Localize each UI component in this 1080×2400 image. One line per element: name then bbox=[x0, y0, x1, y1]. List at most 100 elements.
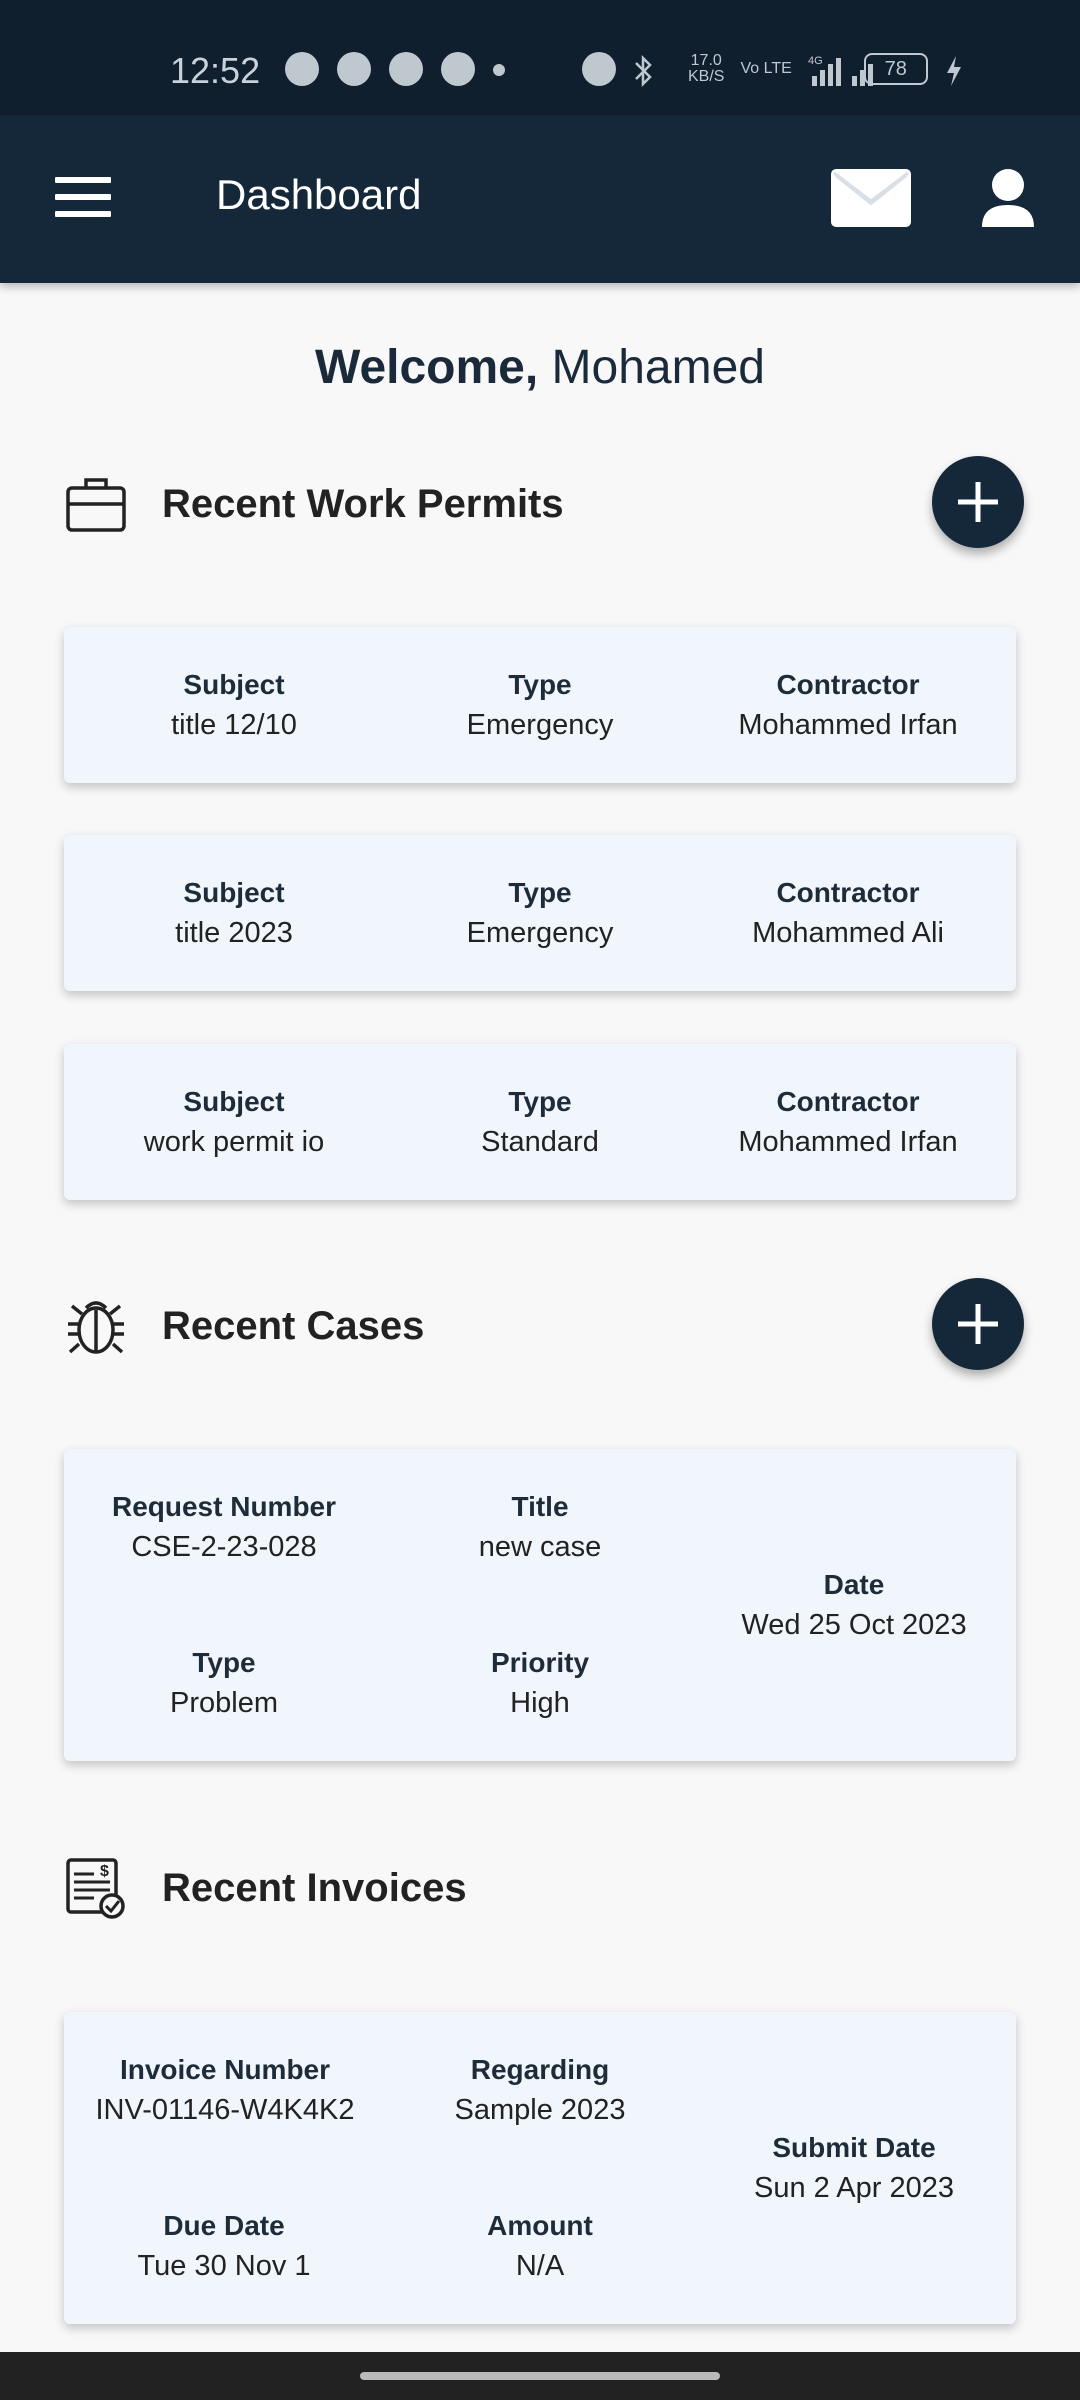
regarding-value: Sample 2023 bbox=[454, 2094, 626, 2126]
svg-text:$: $ bbox=[100, 1863, 109, 1880]
add-case-button[interactable] bbox=[932, 1278, 1024, 1370]
home-gesture-handle[interactable] bbox=[360, 2372, 720, 2380]
submit-date-label: Submit Date bbox=[772, 2132, 936, 2163]
request-number-field: Request Number CSE-2-23-028 bbox=[84, 1491, 364, 1564]
due-date-label: Due Date bbox=[163, 2210, 285, 2241]
invoice-card[interactable]: Invoice Number INV-01146-W4K4K2 Regardin… bbox=[64, 2012, 1016, 2324]
work-permit-card[interactable]: Subject title 2023 Type Emergency Contra… bbox=[64, 835, 1016, 991]
bluetooth-icon bbox=[632, 54, 672, 88]
type-value: Emergency bbox=[466, 917, 614, 949]
case-type-label: Type bbox=[192, 1647, 256, 1678]
type-value: Standard bbox=[481, 1126, 599, 1158]
invoice-number-value: INV-01146-W4K4K2 bbox=[95, 2094, 355, 2126]
type-label: Type bbox=[508, 1086, 572, 1117]
net-speed: 17.0 KB/S bbox=[688, 53, 724, 85]
contractor-field: Contractor Mohammed Irfan bbox=[698, 1086, 998, 1159]
contractor-label: Contractor bbox=[776, 1086, 920, 1117]
subject-label: Subject bbox=[183, 1086, 285, 1117]
case-title-value: new case bbox=[478, 1531, 602, 1563]
whatsapp-icon bbox=[285, 52, 319, 86]
case-priority-value: High bbox=[510, 1687, 570, 1719]
youtube-icon bbox=[441, 52, 475, 86]
subject-field: Subject title 12/10 bbox=[104, 669, 364, 742]
cases-header: Recent Cases bbox=[64, 1274, 1024, 1374]
net-speed-unit: KB/S bbox=[688, 68, 725, 85]
due-date-field: Due Date Tue 30 Nov 1 bbox=[94, 2210, 354, 2283]
contractor-value: Mohammed Ali bbox=[752, 917, 944, 949]
invoices-title: Recent Invoices bbox=[162, 1866, 467, 1910]
work-permit-card[interactable]: Subject title 12/10 Type Emergency Contr… bbox=[64, 627, 1016, 783]
type-field: Type Emergency bbox=[410, 669, 670, 742]
regarding-field: Regarding Sample 2023 bbox=[410, 2054, 670, 2127]
contractor-field: Contractor Mohammed Irfan bbox=[698, 669, 998, 742]
submit-date-value: Sun 2 Apr 2023 bbox=[754, 2172, 954, 2204]
case-type-field: Type Problem bbox=[94, 1647, 354, 1720]
contractor-label: Contractor bbox=[776, 877, 920, 908]
app-bar: Dashboard bbox=[0, 115, 1080, 283]
work-permits-title: Recent Work Permits bbox=[162, 482, 564, 526]
welcome-message: Welcome, Mohamed bbox=[0, 340, 1080, 395]
request-number-value: CSE-2-23-028 bbox=[131, 1531, 317, 1563]
hamburger-menu-icon[interactable] bbox=[55, 177, 111, 221]
subject-label: Subject bbox=[183, 669, 285, 700]
type-label: Type bbox=[508, 669, 572, 700]
battery-indicator: 78 bbox=[863, 53, 928, 85]
more-dot-icon bbox=[493, 64, 505, 76]
charging-icon bbox=[944, 54, 984, 86]
regarding-label: Regarding bbox=[470, 2054, 610, 2085]
case-title-label: Title bbox=[511, 1491, 569, 1522]
contractor-value: Mohammed Irfan bbox=[738, 1126, 958, 1158]
mail-icon[interactable] bbox=[830, 167, 912, 229]
status-time: 12:52 bbox=[170, 50, 261, 91]
type-field: Type Standard bbox=[410, 1086, 670, 1159]
invoice-number-field: Invoice Number INV-01146-W4K4K2 bbox=[70, 2054, 380, 2127]
due-date-value: Tue 30 Nov 1 bbox=[137, 2250, 311, 2282]
subject-value: title 2023 bbox=[175, 917, 293, 949]
case-card[interactable]: Request Number CSE-2-23-028 Title new ca… bbox=[64, 1449, 1016, 1761]
contractor-field: Contractor Mohammed Ali bbox=[698, 877, 998, 950]
subject-label: Subject bbox=[183, 877, 285, 908]
network-type: 4G bbox=[808, 55, 823, 67]
work-permit-card[interactable]: Subject work permit io Type Standard Con… bbox=[64, 1044, 1016, 1200]
invoice-number-label: Invoice Number bbox=[119, 2054, 331, 2085]
case-priority-field: Priority High bbox=[410, 1647, 670, 1720]
invoices-header: $ Recent Invoices bbox=[64, 1836, 1024, 1936]
type-value: Emergency bbox=[466, 709, 614, 741]
volte-indicator: Vo LTE bbox=[740, 60, 792, 77]
alarm-icon bbox=[582, 52, 616, 86]
add-work-permit-button[interactable] bbox=[932, 456, 1024, 548]
notification-icons bbox=[285, 52, 505, 86]
contractor-value: Mohammed Irfan bbox=[738, 709, 958, 741]
subject-value: title 12/10 bbox=[171, 709, 297, 741]
cases-title: Recent Cases bbox=[162, 1304, 425, 1348]
net-speed-value: 17.0 bbox=[690, 52, 722, 69]
case-date-value: Wed 25 Oct 2023 bbox=[741, 1609, 967, 1641]
system-icons: 17.0 KB/S Vo LTE 4G 78 bbox=[582, 52, 984, 88]
subject-value: work permit io bbox=[143, 1126, 325, 1158]
amount-field: Amount N/A bbox=[410, 2210, 670, 2283]
briefcase-icon bbox=[64, 472, 128, 536]
case-date-field: Date Wed 25 Oct 2023 bbox=[704, 1569, 1004, 1642]
case-date-label: Date bbox=[823, 1569, 885, 1600]
amount-label: Amount bbox=[487, 2210, 593, 2241]
welcome-greeting: Welcome, bbox=[315, 341, 539, 394]
profile-icon[interactable] bbox=[978, 167, 1038, 229]
case-title-field: Title new case bbox=[410, 1491, 670, 1564]
request-number-label: Request Number bbox=[111, 1491, 337, 1522]
case-priority-label: Priority bbox=[490, 1647, 590, 1678]
page-title: Dashboard bbox=[216, 171, 422, 218]
welcome-name: Mohamed bbox=[551, 341, 765, 394]
case-type-value: Problem bbox=[170, 1687, 278, 1719]
invoice-icon: $ bbox=[64, 1856, 128, 1920]
telegram-icon bbox=[337, 52, 371, 86]
contractor-label: Contractor bbox=[776, 669, 920, 700]
subject-field: Subject title 2023 bbox=[104, 877, 364, 950]
work-permits-header: Recent Work Permits bbox=[64, 452, 1024, 552]
bug-icon bbox=[64, 1294, 128, 1358]
type-label: Type bbox=[508, 877, 572, 908]
system-nav-bar bbox=[0, 2352, 1080, 2400]
messenger-icon bbox=[389, 52, 423, 86]
type-field: Type Emergency bbox=[410, 877, 670, 950]
status-bar: 12:52 17.0 KB/S Vo LTE 4G 78 bbox=[0, 0, 1080, 115]
submit-date-field: Submit Date Sun 2 Apr 2023 bbox=[704, 2132, 1004, 2205]
